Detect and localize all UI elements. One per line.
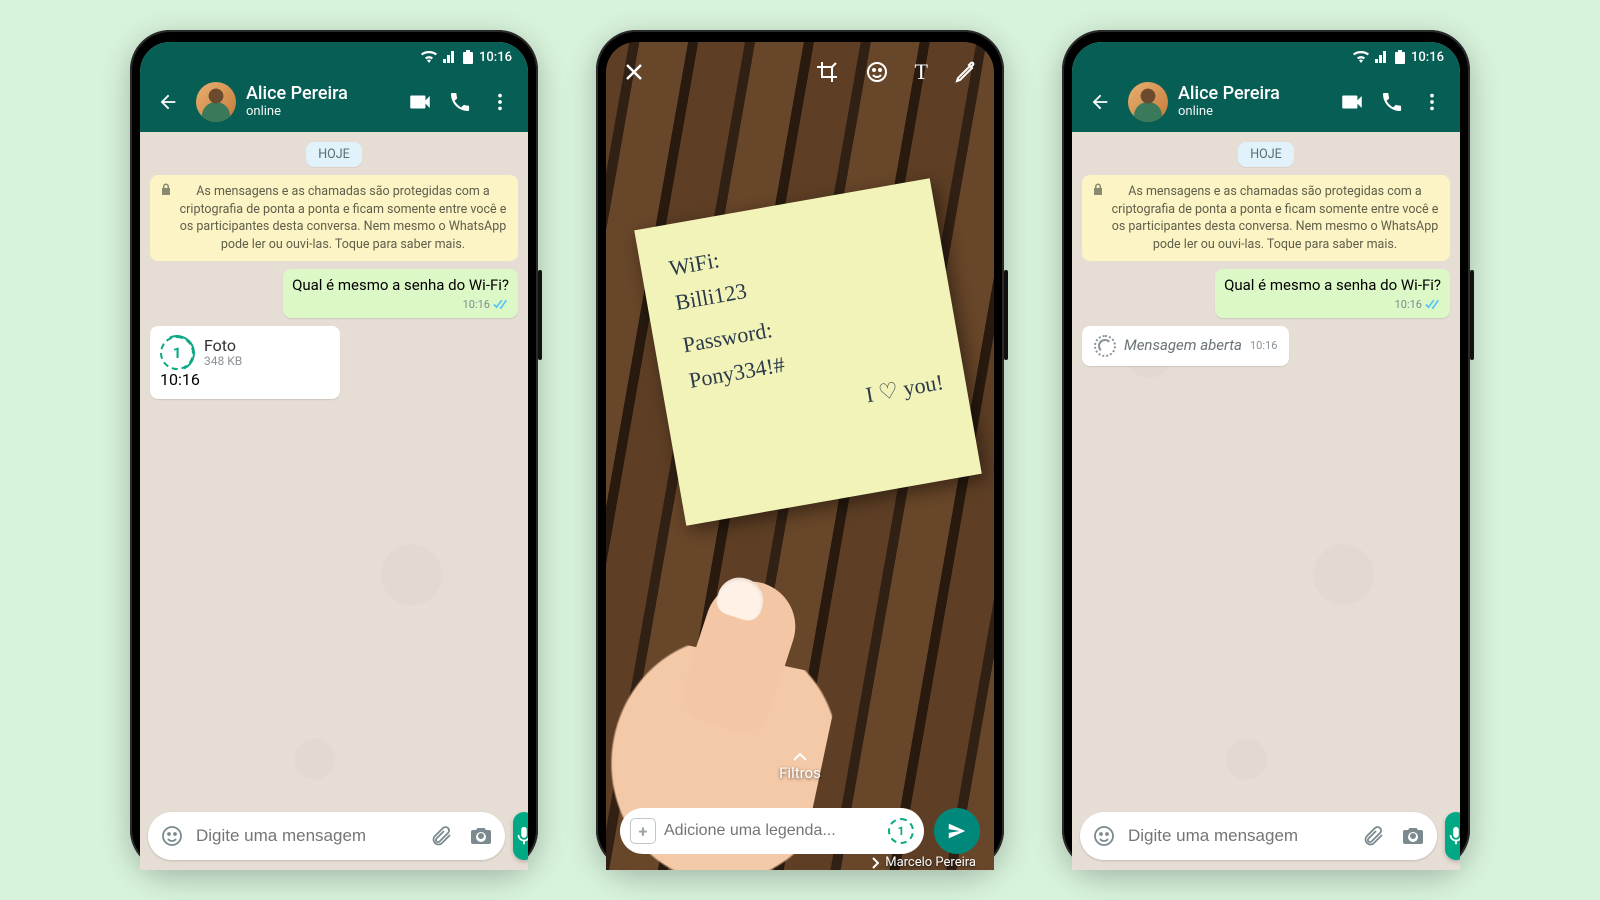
mic-button[interactable] (513, 812, 528, 860)
photo-preview[interactable]: WiFi: Billi123 Password: Pony334!# I ♡ y… (606, 42, 994, 870)
wifi-icon (1353, 51, 1369, 63)
caption-bar: + 1 (620, 808, 980, 854)
caption-input[interactable] (664, 822, 880, 840)
photo-size: 348 KB (204, 355, 242, 369)
contact-status: online (246, 105, 392, 120)
send-button[interactable] (934, 808, 980, 854)
message-input[interactable] (196, 826, 417, 846)
mic-button[interactable] (1445, 812, 1460, 860)
more-options-button[interactable] (482, 84, 518, 120)
message-composer (1080, 812, 1452, 860)
read-ticks-icon (493, 299, 509, 310)
lock-icon (1092, 183, 1104, 197)
contact-name: Alice Pereira (1178, 84, 1324, 105)
status-time: 10:16 (479, 50, 512, 65)
view-once-toggle[interactable]: 1 (888, 818, 914, 844)
battery-icon (463, 50, 473, 64)
editor-toolbar: T (606, 48, 994, 96)
video-call-button[interactable] (1334, 84, 1370, 120)
wifi-icon (421, 51, 437, 63)
status-bar: 10:16 (1072, 42, 1460, 72)
recipient-chip[interactable]: Marcelo Pereira (871, 855, 976, 870)
encryption-notice[interactable]: As mensagens e as chamadas são protegida… (1082, 175, 1450, 261)
contact-status: online (1178, 105, 1324, 120)
back-button[interactable] (1082, 84, 1118, 120)
chat-header: Alice Pereira online (1072, 72, 1460, 132)
read-ticks-icon (1425, 299, 1441, 310)
add-media-button[interactable]: + (630, 818, 656, 844)
voice-call-button[interactable] (1374, 84, 1410, 120)
contact-info[interactable]: Alice Pereira online (1178, 84, 1324, 120)
chat-body[interactable]: HOJE As mensagens e as chamadas são prot… (1072, 132, 1460, 870)
phone-media-editor: WiFi: Billi123 Password: Pony334!# I ♡ y… (596, 30, 1004, 870)
battery-icon (1395, 50, 1405, 64)
filters-toggle[interactable]: Filtros (606, 752, 994, 782)
caption-box[interactable]: + 1 (620, 808, 924, 854)
media-editor: WiFi: Billi123 Password: Pony334!# I ♡ y… (606, 42, 994, 870)
photo-label: Foto (204, 337, 242, 355)
chat-body[interactable]: HOJE As mensagens e as chamadas são prot… (140, 132, 528, 870)
phone-chat-after: 10:16 Alice Pereira online HOJE As mensa… (1062, 30, 1470, 870)
attach-icon[interactable] (425, 820, 457, 852)
emoji-icon[interactable] (1088, 820, 1120, 852)
camera-icon[interactable] (465, 820, 497, 852)
sticky-note: WiFi: Billi123 Password: Pony334!# I ♡ y… (634, 178, 982, 526)
contact-avatar[interactable] (1128, 82, 1168, 122)
compose-box[interactable] (1080, 812, 1437, 860)
emoji-icon[interactable] (156, 820, 188, 852)
compose-box[interactable] (148, 812, 505, 860)
draw-icon[interactable] (954, 60, 978, 84)
more-options-button[interactable] (1414, 84, 1450, 120)
camera-icon[interactable] (1397, 820, 1429, 852)
sticker-icon[interactable] (865, 60, 889, 84)
lock-icon (160, 183, 172, 197)
date-chip: HOJE (306, 142, 362, 167)
signal-icon (1375, 51, 1389, 63)
attach-icon[interactable] (1357, 820, 1389, 852)
view-once-opened[interactable]: Mensagem aberta 10:16 (1082, 326, 1289, 366)
phone-chat-before: 10:16 Alice Pereira online HOJE As mensa… (130, 30, 538, 870)
view-once-photo-card[interactable]: 1 Foto 348 KB 10:16 (150, 326, 340, 399)
back-button[interactable] (150, 84, 186, 120)
chevron-right-icon (871, 857, 879, 869)
contact-info[interactable]: Alice Pereira online (246, 84, 392, 120)
opened-icon (1094, 335, 1116, 357)
message-input[interactable] (1128, 826, 1349, 846)
status-time: 10:16 (1411, 50, 1444, 65)
video-call-button[interactable] (402, 84, 438, 120)
close-button[interactable] (622, 60, 646, 84)
status-bar: 10:16 (140, 42, 528, 72)
date-chip: HOJE (1238, 142, 1294, 167)
crop-icon[interactable] (815, 60, 839, 84)
message-composer (148, 812, 520, 860)
view-once-icon: 1 (160, 336, 194, 370)
encryption-notice[interactable]: As mensagens e as chamadas são protegida… (150, 175, 518, 261)
outgoing-message[interactable]: Qual é mesmo a senha do Wi-Fi? 10:16 (1215, 269, 1450, 318)
voice-call-button[interactable] (442, 84, 478, 120)
contact-name: Alice Pereira (246, 84, 392, 105)
chevron-up-icon (792, 752, 808, 762)
signal-icon (443, 51, 457, 63)
outgoing-message[interactable]: Qual é mesmo a senha do Wi-Fi? 10:16 (283, 269, 518, 318)
contact-avatar[interactable] (196, 82, 236, 122)
chat-header: Alice Pereira online (140, 72, 528, 132)
text-icon[interactable]: T (915, 59, 928, 85)
